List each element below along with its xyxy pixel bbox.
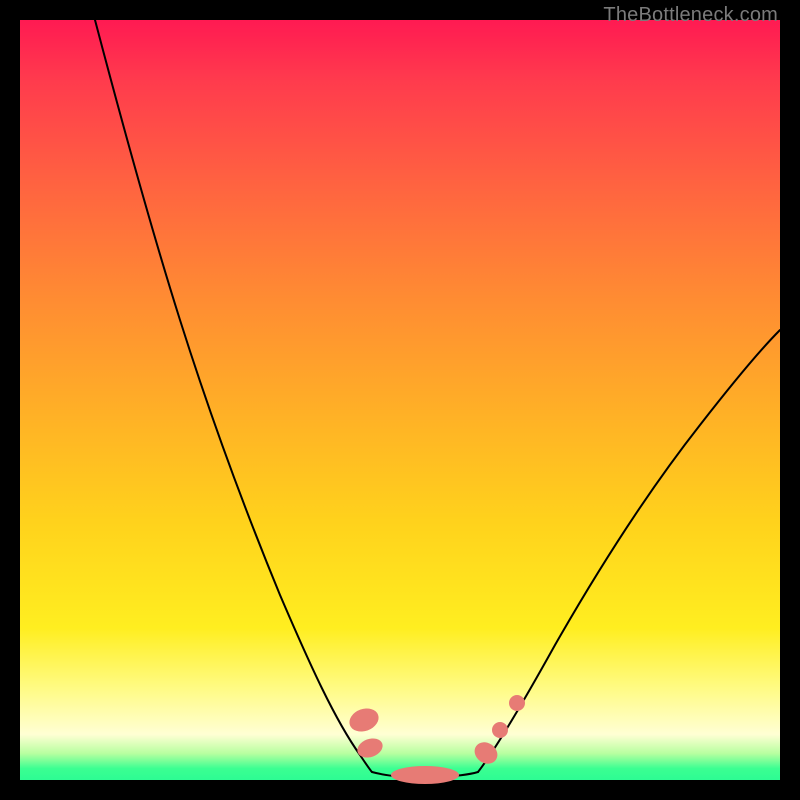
marker-pill bbox=[355, 735, 386, 761]
chart-stage: TheBottleneck.com bbox=[0, 0, 800, 800]
plot-area bbox=[20, 20, 780, 780]
marker-dot bbox=[492, 722, 508, 738]
watermark-text: TheBottleneck.com bbox=[603, 4, 778, 27]
marker-pill bbox=[391, 766, 459, 784]
marker-pill bbox=[470, 738, 501, 768]
curve-left-branch bbox=[95, 20, 372, 772]
bottleneck-curve bbox=[20, 20, 780, 780]
trough-markers bbox=[346, 695, 525, 784]
marker-pill bbox=[346, 705, 382, 736]
marker-dot bbox=[509, 695, 525, 711]
